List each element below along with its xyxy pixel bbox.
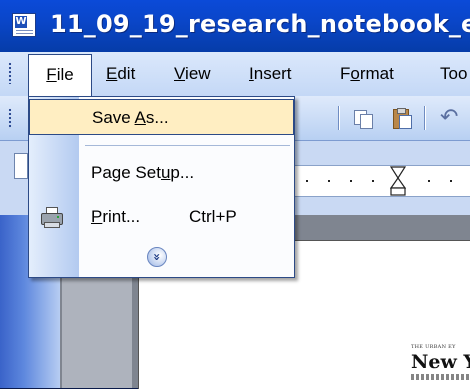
word-document-icon[interactable]: W bbox=[12, 13, 36, 37]
menu-edit-mnemonic: E bbox=[106, 64, 118, 83]
menu-insert-rest: nsert bbox=[253, 64, 292, 83]
page-setup-label: Page Setup... bbox=[91, 163, 195, 182]
masthead-rule bbox=[411, 374, 470, 380]
tab-selector[interactable] bbox=[14, 153, 28, 179]
menu-edit-rest: dit bbox=[117, 64, 136, 83]
menubar-grip-handle[interactable] bbox=[8, 62, 12, 84]
toolbar-separator bbox=[424, 106, 425, 130]
menu-format-mnemonic: o bbox=[350, 64, 360, 83]
menu-format-pre: F bbox=[340, 64, 351, 83]
menu-bar: File Edit View Insert Format Too bbox=[0, 52, 470, 100]
copy-icon[interactable] bbox=[354, 108, 374, 129]
menu-file-rest: ile bbox=[56, 65, 74, 84]
indent-marker-icon[interactable] bbox=[390, 166, 406, 196]
file-menu-dropdown: Save As... Page Setup... Print... Ctrl+P… bbox=[28, 96, 295, 278]
menu-view-rest: iew bbox=[185, 64, 211, 83]
paste-icon[interactable] bbox=[392, 108, 412, 129]
horizontal-ruler[interactable] bbox=[290, 165, 470, 197]
printer-icon bbox=[41, 207, 63, 228]
document-left-margin bbox=[62, 260, 132, 388]
masthead-small-text: THE URBAN EY bbox=[411, 344, 456, 350]
menu-tools[interactable]: Too bbox=[440, 52, 467, 96]
menu-view[interactable]: View bbox=[174, 52, 211, 96]
title-bar: W 11_09_19_research_notebook_ev bbox=[0, 0, 470, 52]
menu-insert[interactable]: Insert bbox=[249, 52, 292, 96]
print-shortcut: Ctrl+P bbox=[189, 207, 237, 226]
undo-icon[interactable]: ↶ bbox=[440, 107, 460, 129]
menu-format-rest: rmat bbox=[359, 64, 394, 83]
menu-edit[interactable]: Edit bbox=[106, 52, 135, 96]
print-label: Print... bbox=[91, 207, 141, 226]
menu-item-save-as[interactable]: Save As... bbox=[29, 99, 294, 135]
toolbar-grip-handle[interactable] bbox=[8, 108, 12, 128]
window-title: 11_09_19_research_notebook_ev bbox=[50, 10, 470, 38]
toolbar-separator bbox=[338, 106, 339, 130]
menu-item-print[interactable]: Print... Ctrl+P bbox=[29, 199, 294, 235]
menu-separator bbox=[85, 145, 290, 146]
menu-file[interactable]: File bbox=[28, 54, 92, 100]
masthead-text: New Y bbox=[411, 351, 470, 373]
menu-item-page-setup[interactable]: Page Setup... bbox=[29, 155, 294, 191]
menu-format[interactable]: Format bbox=[340, 52, 394, 96]
double-chevron-down-icon[interactable]: » bbox=[147, 247, 167, 267]
save-as-label: Save As... bbox=[92, 108, 169, 127]
menu-view-mnemonic: V bbox=[174, 64, 186, 83]
menu-file-mnemonic: F bbox=[46, 65, 57, 84]
